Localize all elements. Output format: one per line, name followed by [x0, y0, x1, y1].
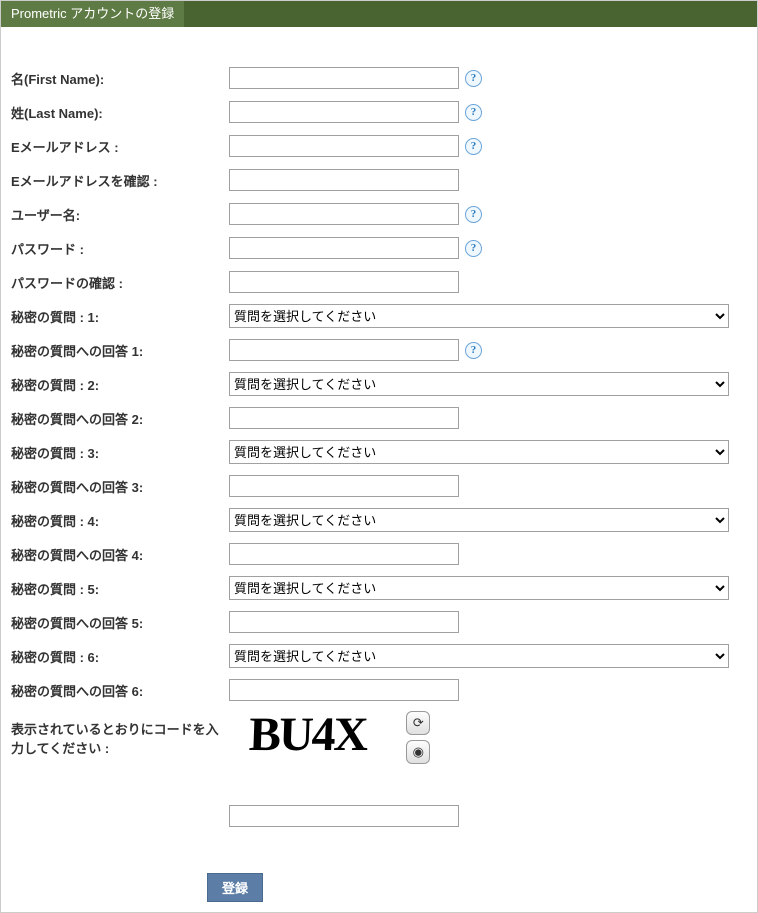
help-icon[interactable]: ? — [465, 138, 482, 155]
help-icon[interactable]: ? — [465, 104, 482, 121]
label-sq6: 秘密の質問 : 6: — [11, 643, 229, 670]
header-bar: Prometric アカウントの登録 — [1, 1, 757, 27]
label-sa5: 秘密の質問への回答 5: — [11, 609, 229, 636]
password-confirm-input[interactable] — [229, 271, 459, 293]
security-answer-1-input[interactable] — [229, 339, 459, 361]
label-email-confirm: Eメールアドレスを確認 : — [11, 167, 229, 194]
email-input[interactable] — [229, 135, 459, 157]
security-question-1-select[interactable]: 質問を選択してください — [229, 304, 729, 328]
security-question-2-select[interactable]: 質問を選択してください — [229, 372, 729, 396]
label-captcha: 表示されているとおりにコードを入力してください : — [11, 711, 229, 761]
label-sa4: 秘密の質問への回答 4: — [11, 541, 229, 568]
label-sq1: 秘密の質問 : 1: — [11, 303, 229, 330]
label-sa2: 秘密の質問への回答 2: — [11, 405, 229, 432]
captcha-refresh-button[interactable]: ⟳ — [406, 711, 430, 735]
security-question-5-select[interactable]: 質問を選択してください — [229, 576, 729, 600]
email-confirm-input[interactable] — [229, 169, 459, 191]
label-sq5: 秘密の質問 : 5: — [11, 575, 229, 602]
username-input[interactable] — [229, 203, 459, 225]
help-icon[interactable]: ? — [465, 240, 482, 257]
security-answer-4-input[interactable] — [229, 543, 459, 565]
audio-icon: ◉ — [413, 744, 424, 760]
captcha-image: BU4X — [228, 711, 387, 759]
label-sa1: 秘密の質問への回答 1: — [11, 337, 229, 364]
registration-form-container: Prometric アカウントの登録 名(First Name): ? 姓(La… — [0, 0, 758, 913]
label-email: Eメールアドレス : — [11, 133, 229, 160]
page-title: Prometric アカウントの登録 — [1, 1, 184, 27]
label-password-confirm: パスワードの確認 : — [11, 269, 229, 296]
help-icon[interactable]: ? — [465, 342, 482, 359]
submit-button[interactable]: 登録 — [207, 873, 263, 902]
captcha-input[interactable] — [229, 805, 459, 827]
label-first-name: 名(First Name): — [11, 65, 229, 92]
label-sa6: 秘密の質問への回答 6: — [11, 677, 229, 704]
help-icon[interactable]: ? — [465, 70, 482, 87]
label-password: パスワード : — [11, 235, 229, 262]
security-answer-5-input[interactable] — [229, 611, 459, 633]
security-answer-6-input[interactable] — [229, 679, 459, 701]
label-sa3: 秘密の質問への回答 3: — [11, 473, 229, 500]
security-answer-3-input[interactable] — [229, 475, 459, 497]
password-input[interactable] — [229, 237, 459, 259]
refresh-icon: ⟳ — [413, 715, 424, 731]
label-sq3: 秘密の質問 : 3: — [11, 439, 229, 466]
last-name-input[interactable] — [229, 101, 459, 123]
label-username: ユーザー名: — [11, 201, 229, 228]
label-sq4: 秘密の質問 : 4: — [11, 507, 229, 534]
security-question-3-select[interactable]: 質問を選択してください — [229, 440, 729, 464]
label-sq2: 秘密の質問 : 2: — [11, 371, 229, 398]
first-name-input[interactable] — [229, 67, 459, 89]
label-last-name: 姓(Last Name): — [11, 99, 229, 126]
form-body: 名(First Name): ? 姓(Last Name): ? Eメールアドレ… — [1, 27, 757, 912]
security-question-4-select[interactable]: 質問を選択してください — [229, 508, 729, 532]
security-question-6-select[interactable]: 質問を選択してください — [229, 644, 729, 668]
security-answer-2-input[interactable] — [229, 407, 459, 429]
captcha-audio-button[interactable]: ◉ — [406, 740, 430, 764]
help-icon[interactable]: ? — [465, 206, 482, 223]
